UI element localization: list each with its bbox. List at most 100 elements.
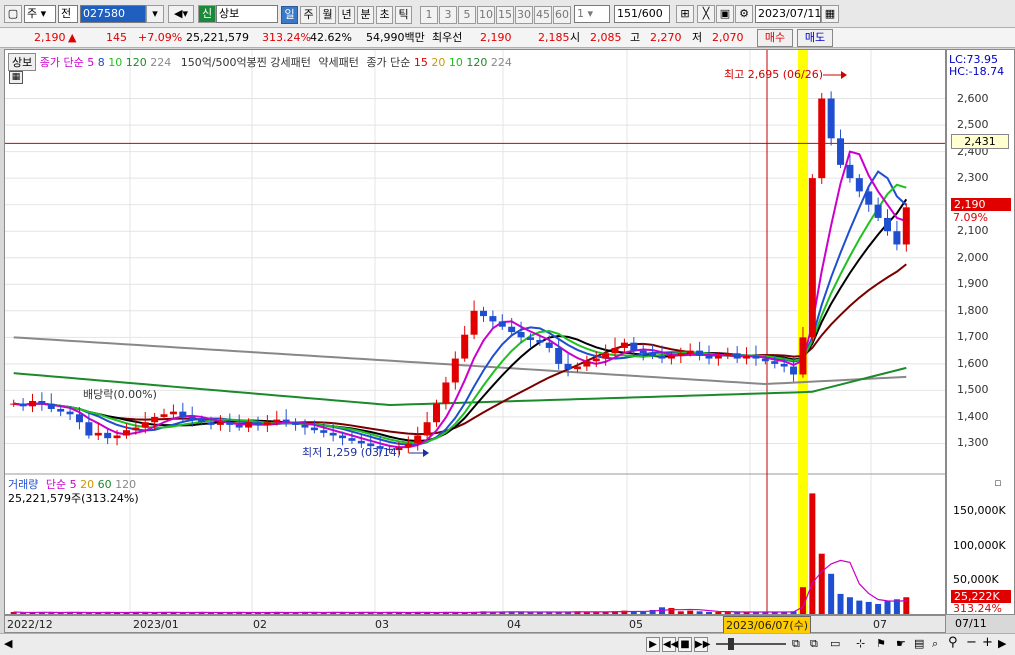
code-dropdown-icon[interactable]: ▾ [146,5,164,23]
stock-code-input[interactable]: 027580 [80,5,146,23]
zoom-slider-handle[interactable] [728,638,734,650]
date-axis[interactable]: 2022/12 2023/01 02 03 04 05 2023/06/07(수… [4,615,946,634]
volume-value-label: 25,221,579주(313.24%) [8,492,139,505]
interval-1-button[interactable]: 1 [420,6,438,24]
volume-bar [884,600,891,614]
period-week-tab[interactable]: 주 [300,6,317,24]
speaker-icon[interactable]: ◀▾ [168,5,194,23]
candle-body [423,422,431,436]
window-icon[interactable]: ▢ [4,5,22,23]
save-icon[interactable]: ▣ [716,5,734,23]
candle-body [545,342,553,348]
ruler-icon[interactable]: ▤ [914,637,924,650]
buy-button[interactable]: 매수 [757,29,793,47]
flag-icon[interactable]: ⚑ [876,637,886,650]
price-tick-label: 2,500 [957,118,989,132]
period-month-tab[interactable]: 월 [319,6,336,24]
volume-bar [677,611,684,614]
interval-5-button[interactable]: 5 [458,6,476,24]
candle-body [874,204,882,218]
candle-body [207,422,215,425]
candle-body [404,443,412,448]
candle-body [282,419,290,423]
candle-body [75,414,83,423]
date-input[interactable]: 2023/07/11 [755,5,821,23]
window-split-icon[interactable]: ▭ [830,637,840,650]
candle-body [339,435,347,439]
candle-body [714,355,722,359]
x-label-2022-12: 2022/12 [7,618,53,631]
rewind-icon[interactable]: ◀◀ [662,637,678,652]
dividend-label: 배당락(0.00%) [83,388,157,401]
candle-body [752,355,760,359]
period-second-tab[interactable]: 초 [376,6,393,24]
ma-period-120: 120 [125,56,147,69]
interval-45-button[interactable]: 45 [534,6,552,24]
candle-body [526,337,534,340]
ma2-title: 종가 단순 [366,56,411,69]
zoom-icon[interactable]: ⌕ [932,637,938,651]
candle-body [169,411,177,415]
zoom-slider-track[interactable] [716,643,786,645]
best-label: 최우선 [432,31,463,44]
zoom-in-icon[interactable]: + [982,635,993,650]
interval-30-button[interactable]: 30 [515,6,533,24]
jeon-select[interactable]: 전 [58,5,78,23]
grid-toggle-icon[interactable]: ▦ [9,71,23,84]
volume-bar [724,611,731,614]
stock-name-tag[interactable]: 상보 [8,53,37,71]
fast-forward-icon[interactable]: ▶▶ [694,637,710,652]
ma-period-5: 5 [87,56,95,69]
magnifier-icon[interactable]: ⚲ [948,635,958,650]
candle-body [808,178,816,338]
ma-10-line [13,183,907,444]
candle-body [677,353,685,356]
price-axis[interactable]: LC:73.95 HC:-18.74 2,600 2,500 2,400 2,300 2… [946,49,1015,615]
candle-body [85,422,93,436]
interval-60-button[interactable]: 60 [553,6,571,24]
interval-15-button[interactable]: 15 [496,6,514,24]
stop-icon[interactable]: ■ [678,637,692,652]
zoom-out-icon[interactable]: − [966,635,977,650]
unit-input[interactable]: 1 ▾ [574,5,610,23]
market-select[interactable]: 주 ▾ [24,5,56,23]
scroll-end-icon[interactable]: ▶ [998,637,1006,650]
candle-body [592,358,600,362]
high-annotation: 최고 2,695 (06/26) [724,68,824,81]
candle-body [498,321,506,327]
period-minute-tab[interactable]: 분 [357,6,374,24]
pointer-icon[interactable]: ☛ [896,637,906,650]
period-tick-tab[interactable]: 틱 [395,6,412,24]
sell-button[interactable]: 매도 [797,29,833,47]
collapse-icon[interactable]: ▫ [985,476,1011,490]
interval-10-button[interactable]: 10 [477,6,495,24]
draw-tool-icon[interactable]: ╳ [697,5,715,23]
candle-body [517,332,525,338]
scroll-right-icon[interactable]: ▶ [646,637,660,652]
calendar-icon[interactable]: ▦ [821,5,839,23]
current-price-box: 2,190 [951,198,1011,211]
low-annotation: 최저 1,259 (03/14) [302,446,402,459]
candle-body [160,414,168,417]
bottom-scrollbar[interactable]: ◀ ▶ ◀◀ ■ ▶▶ ⧉ ⧉ ▭ ⊹ ⚑ ☛ ▤ ⌕ ⚲ − + ▶ [0,633,1015,655]
candle-type-icon[interactable]: ⊞ [676,5,694,23]
candle-body [301,424,309,428]
chart-area[interactable] [4,49,946,615]
gear-icon[interactable]: ⚙ [735,5,753,23]
stock-name-field[interactable]: 상보 [216,5,278,23]
candle-body [733,353,741,359]
candle-body [837,138,845,165]
copy-icon[interactable]: ⧉ [810,637,818,651]
layout-icon[interactable]: ⧉ [792,637,800,651]
crosshair-price-box: 2,431 [951,134,1009,149]
candle-body [508,326,516,333]
interval-3-button[interactable]: 3 [439,6,457,24]
crosshair-icon[interactable]: ⊹ [856,637,865,650]
chart-legend: 상보 종가 단순 5 8 10 120 224 150억/500억봉찐 강세패턴… [8,53,512,71]
price-chart-svg[interactable] [5,50,945,614]
period-day-tab[interactable]: 일 [281,6,298,24]
scroll-left-icon[interactable]: ◀ [4,637,12,650]
count-field[interactable]: 151/600 [614,5,670,23]
period-year-tab[interactable]: 년 [338,6,355,24]
price-tick-label: 2,100 [957,224,989,238]
